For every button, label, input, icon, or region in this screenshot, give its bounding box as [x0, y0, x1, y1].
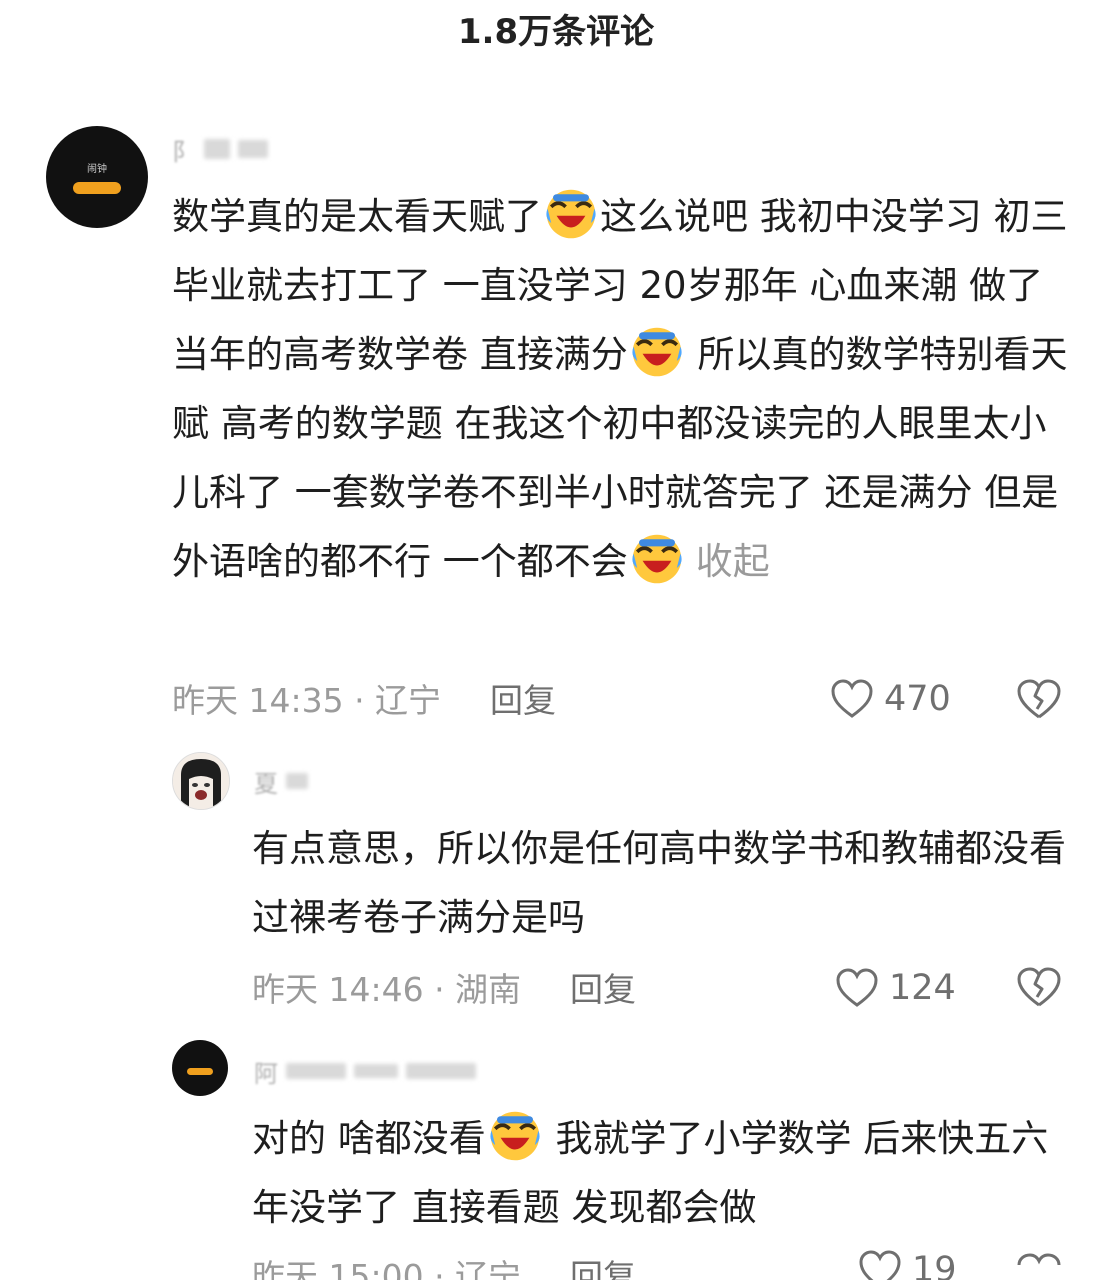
comment-time-location: 昨天 14:35 · 辽宁 — [172, 681, 442, 720]
like-count: 470 — [884, 679, 951, 719]
avatar-label: 闹钟 — [87, 164, 107, 175]
like-count: 124 — [889, 968, 956, 1008]
like-button[interactable]: 470 — [830, 674, 951, 724]
girl-avatar-icon — [173, 753, 229, 809]
laughing-crying-emoji-icon — [632, 534, 682, 584]
avatar-badge — [187, 1068, 213, 1075]
avatar[interactable] — [172, 1040, 228, 1096]
reply-button[interactable]: 回复 — [490, 674, 556, 722]
avatar[interactable] — [172, 752, 230, 810]
username-blurred[interactable]: 阝 — [172, 132, 276, 166]
broken-heart-icon[interactable] — [1016, 678, 1062, 720]
comments-count-title: 1.8万条评论 — [457, 12, 655, 52]
comment-text: 有点意思，所以你是任何高中数学书和教辅都没看过裸考卷子满分是吗 — [252, 827, 1066, 939]
reply-button[interactable]: 回复 — [570, 1250, 636, 1280]
like-button[interactable]: 124 — [835, 963, 956, 1013]
like-button[interactable]: 19 — [858, 1250, 957, 1280]
laughing-crying-emoji-icon — [546, 189, 596, 239]
comment-text: 数学真的是太看天赋了 这么说吧 我初中没学习 初三毕业就去打工了 一直没学习 2… — [172, 182, 1072, 596]
heart-icon — [831, 679, 873, 718]
heart-icon — [836, 968, 878, 1007]
broken-heart-icon[interactable] — [1016, 966, 1062, 1008]
like-count: 19 — [912, 1250, 957, 1280]
collapse-link[interactable]: 收起 — [696, 540, 770, 583]
laughing-crying-emoji-icon — [490, 1111, 540, 1161]
username-blurred[interactable]: 夏 — [254, 764, 316, 798]
avatar[interactable]: 闹钟 — [46, 126, 148, 228]
comment-time-location: 昨天 15:00 · 辽宁 — [252, 1257, 522, 1280]
comment-text: 对的 啥都没看 我就学了小学数学 后来快五六年没学了 直接看题 发现都会做 — [252, 1104, 1072, 1242]
username-blurred[interactable]: 阿 — [254, 1054, 484, 1088]
broken-heart-icon[interactable] — [1016, 1252, 1062, 1280]
heart-icon — [859, 1250, 901, 1280]
comment-time-location: 昨天 14:46 · 湖南 — [252, 970, 522, 1009]
avatar-badge — [73, 182, 121, 194]
laughing-crying-emoji-icon — [632, 327, 682, 377]
reply-button[interactable]: 回复 — [570, 963, 636, 1011]
